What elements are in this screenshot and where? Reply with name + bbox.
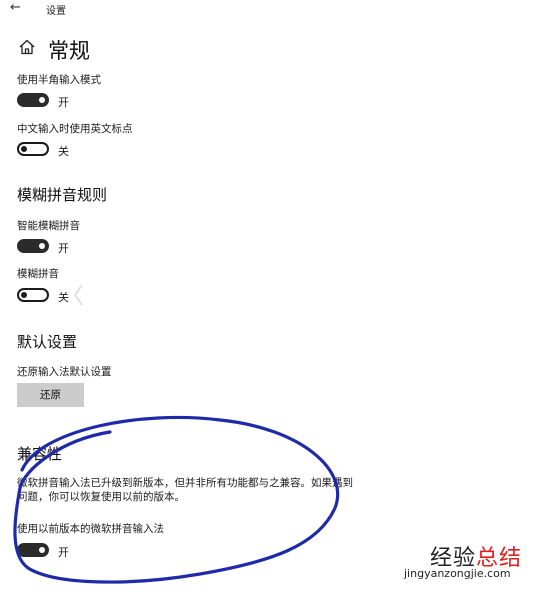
default-settings-heading: 默认设置 — [17, 333, 78, 351]
previous-version-label: 使用以前版本的微软拼音输入法 — [17, 523, 164, 535]
toggle-knob — [21, 292, 27, 298]
smart-fuzzy-toggle[interactable] — [17, 239, 49, 253]
restore-defaults-label: 还原输入法默认设置 — [17, 366, 112, 378]
scroll-chevron-icon — [73, 284, 83, 306]
home-icon — [19, 39, 35, 55]
compatibility-heading: 兼容性 — [17, 445, 63, 463]
window-title: 设置 — [46, 6, 66, 17]
fuzzy-pinyin-heading: 模糊拼音规则 — [17, 186, 108, 204]
english-punctuation-label: 中文输入时使用英文标点 — [17, 123, 133, 135]
fuzzy-pinyin-state: 关 — [58, 291, 69, 304]
toggle-knob — [21, 146, 27, 152]
restore-button[interactable]: 还原 — [17, 383, 84, 407]
compatibility-description: 微软拼音输入法已升级到新版本，但并非所有功能都与之兼容。如果遇到问题，你可以恢复… — [17, 477, 353, 503]
previous-version-state: 开 — [58, 546, 69, 559]
english-punctuation-state: 关 — [58, 145, 69, 158]
toggle-knob — [39, 97, 45, 103]
halfwidth-mode-label: 使用半角输入模式 — [17, 74, 101, 86]
halfwidth-mode-state: 开 — [58, 96, 69, 109]
fuzzy-pinyin-toggle[interactable] — [17, 288, 49, 302]
toggle-knob — [39, 547, 45, 553]
smart-fuzzy-state: 开 — [58, 242, 69, 255]
back-arrow-icon[interactable]: ← — [10, 0, 21, 15]
previous-version-toggle[interactable] — [17, 543, 49, 557]
fuzzy-pinyin-label: 模糊拼音 — [17, 268, 59, 280]
toggle-knob — [39, 243, 45, 249]
halfwidth-mode-toggle[interactable] — [17, 93, 49, 107]
watermark-url: jingyanzongjie.com — [404, 567, 511, 580]
page-title: 常规 — [48, 39, 90, 63]
smart-fuzzy-label: 智能模糊拼音 — [17, 220, 80, 232]
english-punctuation-toggle[interactable] — [17, 142, 49, 156]
